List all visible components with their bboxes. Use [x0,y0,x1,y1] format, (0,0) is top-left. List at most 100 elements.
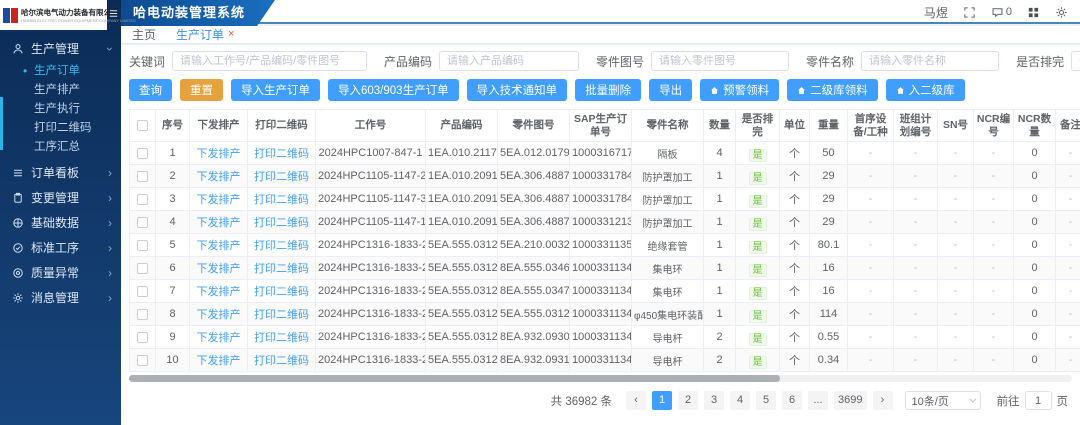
sidebar-item-order-board[interactable]: 订单看板› [0,160,121,185]
button-label: 预警领料 [723,82,769,98]
next-page-button[interactable]: › [873,391,893,410]
cell-work_no: 2024HPC1316-1833-2 [316,234,426,257]
cell-weight: 29 [810,165,848,188]
tab-label: 主页 [132,26,156,43]
import-production-order-button[interactable]: 导入生产订单 [231,79,320,101]
sidebar-item-production-management[interactable]: 生产管理› [0,36,121,61]
page-ellipsis[interactable]: ... [808,391,828,410]
sidebar-item-message-management[interactable]: 消息管理› [0,285,121,310]
prev-page-button[interactable]: ‹ [626,391,646,410]
sidebar-subitem-print-qrcode[interactable]: 打印二维码 [0,119,121,138]
part-drawing-no-input[interactable] [651,51,789,71]
print-qrcode-link[interactable]: 打印二维码 [254,309,309,321]
cell-seq: 3 [156,188,190,211]
row-checkbox[interactable] [137,355,148,366]
tab-home[interactable]: 主页 [132,26,156,43]
print-qrcode-link[interactable]: 打印二维码 [254,355,309,367]
tab-close-icon[interactable]: × [228,29,234,40]
row-checkbox[interactable] [137,240,148,251]
page-size-select[interactable]: 10条/页 [905,391,981,410]
print-qrcode-link[interactable]: 打印二维码 [254,240,309,252]
product-code-input[interactable] [439,51,579,71]
row-checkbox[interactable] [137,309,148,320]
message-icon[interactable]: 0 [991,6,1012,19]
settings-gear-icon[interactable] [1055,6,1068,19]
print-qrcode-link[interactable]: 打印二维码 [254,148,309,160]
print-qrcode-link[interactable]: 打印二维码 [254,171,309,183]
page-button-3[interactable]: 3 [704,391,724,410]
cell-qty: 2 [704,326,736,349]
import-603-903-order-button[interactable]: 导入603/903生产订单 [328,79,459,101]
reset-button[interactable]: 重置 [180,79,223,101]
into-secondary-warehouse-button[interactable]: 入二级库 [886,79,965,101]
row-checkbox[interactable] [137,332,148,343]
sidebar-item-base-data[interactable]: 基础数据› [0,210,121,235]
sidebar-subitem-production-order[interactable]: •生产订单 [0,62,121,81]
sidebar: 生产管理›•生产订单生产排产生产执行打印二维码工序汇总订单看板›变更管理›基础数… [0,0,121,425]
schedule-status-select[interactable]: 请选择是否排完 [1071,51,1080,71]
import-tech-notice-button[interactable]: 导入技术通知单 [467,79,568,101]
sidebar-subitem-process-summary[interactable]: 工序汇总 [0,138,121,157]
page-button-3699[interactable]: 3699 [834,391,866,410]
table-body: 1下发排产打印二维码2024HPC1007-847-11EA.010.21175… [130,142,1080,372]
cell-dispatch: 下发排产 [190,349,248,372]
dispatch-link[interactable]: 下发排产 [197,332,241,344]
goto-page-input[interactable] [1025,391,1052,410]
row-checkbox[interactable] [137,148,148,159]
cell-work_no: 2024HPC1105-1147-2 [316,165,426,188]
print-qrcode-link[interactable]: 打印二维码 [254,194,309,206]
export-button[interactable]: 导出 [649,79,692,101]
print-qrcode-link[interactable]: 打印二维码 [254,286,309,298]
sidebar-subitem-production-execution[interactable]: 生产执行 [0,100,121,119]
part-name-input[interactable] [861,51,999,71]
dispatch-link[interactable]: 下发排产 [197,263,241,275]
board-icon [12,167,24,179]
sidebar-subitem-production-scheduling[interactable]: 生产排产 [0,81,121,100]
sidebar-item-standard-process[interactable]: 标准工序› [0,235,121,260]
sidebar-item-change-management[interactable]: 变更管理› [0,185,121,210]
select-all-checkbox[interactable] [137,120,148,131]
cell-qty: 1 [704,165,736,188]
print-qrcode-link[interactable]: 打印二维码 [254,263,309,275]
page-button-1[interactable]: 1 [652,391,672,410]
tab-production-order[interactable]: 生产订单× [176,26,234,43]
page-button-2[interactable]: 2 [678,391,698,410]
print-qrcode-link[interactable]: 打印二维码 [254,332,309,344]
dispatch-link[interactable]: 下发排产 [197,171,241,183]
cell-check [130,188,156,211]
sidebar-collapse-icon[interactable] [108,8,119,19]
fullscreen-icon[interactable] [963,6,976,19]
page-button-6[interactable]: 6 [782,391,802,410]
row-checkbox[interactable] [137,286,148,297]
dispatch-link[interactable]: 下发排产 [197,194,241,206]
row-checkbox[interactable] [137,194,148,205]
secondary-warehouse-pick-button[interactable]: 二级库领料 [787,79,878,101]
cell-unit: 个 [780,234,810,257]
dispatch-link[interactable]: 下发排产 [197,148,241,160]
print-qrcode-link[interactable]: 打印二维码 [254,217,309,229]
dispatch-link[interactable]: 下发排产 [197,286,241,298]
query-button[interactable]: 查询 [129,79,172,101]
cell-scheduled: 是 [736,280,780,303]
row-checkbox[interactable] [137,263,148,274]
horizontal-scrollbar-thumb[interactable] [129,375,780,382]
globe-icon [12,217,24,229]
warning-material-pick-button[interactable]: 预警领料 [700,79,779,101]
page-button-4[interactable]: 4 [730,391,750,410]
apps-grid-icon[interactable] [1027,6,1040,19]
dispatch-link[interactable]: 下发排产 [197,355,241,367]
table-row: 3下发排产打印二维码2024HPC1105-1147-31EA.010.2091… [130,188,1080,211]
dispatch-link[interactable]: 下发排产 [197,217,241,229]
dispatch-link[interactable]: 下发排产 [197,309,241,321]
row-checkbox[interactable] [137,217,148,228]
batch-delete-button[interactable]: 批量删除 [575,79,641,101]
row-checkbox[interactable] [137,171,148,182]
cell-unit: 个 [780,165,810,188]
cell-sap_no: 10003317840 [570,165,632,188]
page-button-5[interactable]: 5 [756,391,776,410]
sidebar-item-quality-exception[interactable]: 质量异常› [0,260,121,285]
sidebar-scroll-indicator[interactable] [0,97,3,150]
keyword-input[interactable] [172,51,367,71]
sidebar-subitem-label: 生产订单 [34,65,80,77]
dispatch-link[interactable]: 下发排产 [197,240,241,252]
